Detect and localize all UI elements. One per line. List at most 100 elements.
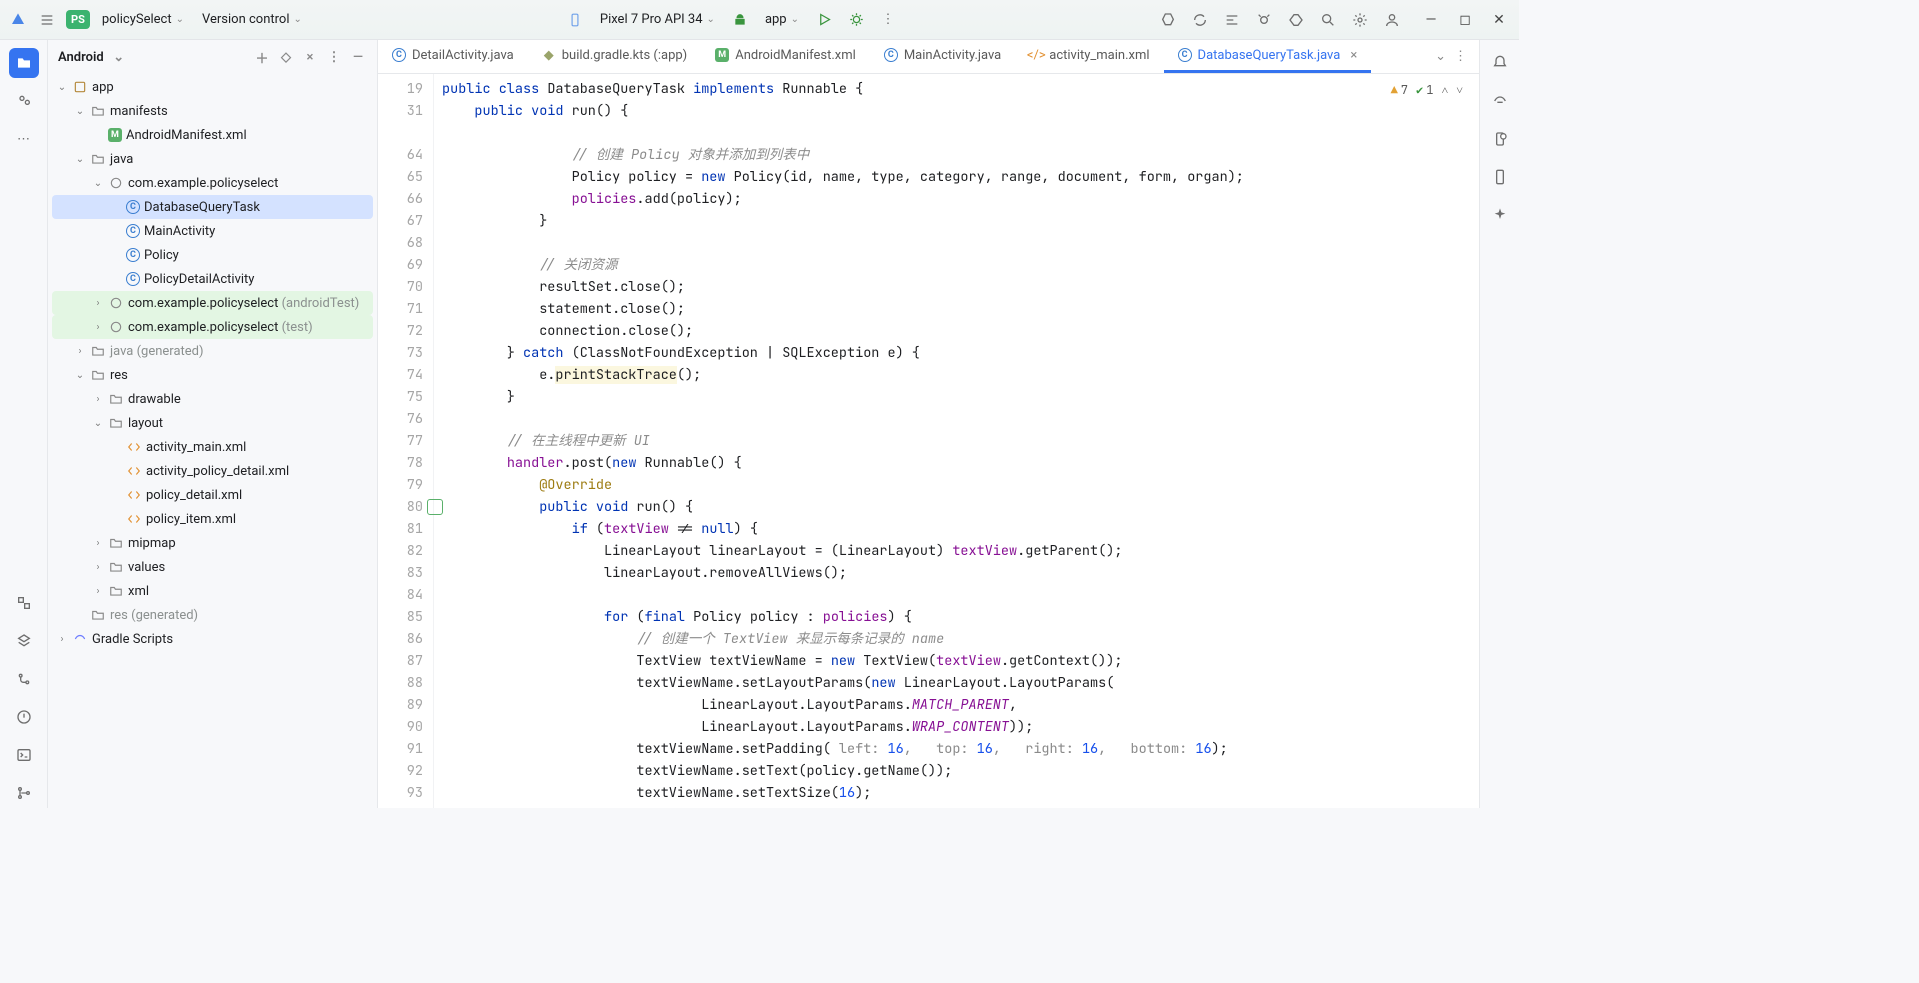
tree-node[interactable]: activity_policy_detail.xml [52,459,373,483]
collapse-icon[interactable]: × [301,50,319,65]
tree-node[interactable]: ⌄manifests [52,99,373,123]
project-dropdown[interactable]: policySelect ⌄ [96,8,190,31]
expand-arrow-icon[interactable]: › [92,538,104,549]
expand-arrow-icon[interactable]: ⌄ [92,418,104,429]
expand-arrow-icon[interactable]: ⌄ [74,106,86,117]
tree-node[interactable]: CDatabaseQueryTask [52,195,373,219]
project-sidebar: Android ⌄ ＋ ◇ × ⋮ — ⌄app⌄manifestsMAndro… [48,40,378,808]
tree-node[interactable]: policy_detail.xml [52,483,373,507]
more-tool-icon[interactable]: ⋯ [9,124,39,154]
tree-node[interactable]: ⌄app [52,75,373,99]
tree-node[interactable]: ›com.example.policyselect (test) [52,315,373,339]
tree-node[interactable]: ⌄com.example.policyselect [52,171,373,195]
git-tool-icon[interactable] [9,664,39,694]
tree-node[interactable]: CPolicyDetailActivity [52,267,373,291]
sync-icon[interactable] [1187,7,1213,33]
search-icon[interactable] [1315,7,1341,33]
emulator-tool-icon[interactable] [1485,162,1515,192]
ai-assistant-icon[interactable] [1485,200,1515,230]
tree-label: values [128,560,165,575]
editor-tab[interactable]: ◆build.gradle.kts (:app) [528,40,701,73]
account-icon[interactable] [1379,7,1405,33]
main-menu-icon[interactable] [34,7,60,33]
chevron-down-icon[interactable]: ⌄ [110,50,128,65]
version-control-dropdown[interactable]: Version control ⌄ [196,8,308,31]
add-icon[interactable]: ＋ [253,48,271,67]
hide-sidebar-icon[interactable]: — [349,50,367,65]
problems-tool-icon[interactable] [9,702,39,732]
settings-icon[interactable] [1347,7,1373,33]
expand-arrow-icon[interactable]: › [92,322,104,333]
tree-node[interactable]: ›mipmap [52,531,373,555]
editor-tab[interactable]: CMainActivity.java [870,40,1015,73]
project-tree[interactable]: ⌄app⌄manifestsMAndroidManifest.xml⌄java⌄… [48,75,377,659]
folder-icon [90,152,106,166]
folder-icon [90,104,106,118]
expand-arrow-icon[interactable]: › [56,634,68,645]
expand-arrow-icon[interactable]: ⌄ [74,154,86,165]
tree-node[interactable]: ›Gradle Scripts [52,627,373,651]
expand-arrow-icon[interactable]: ⌄ [74,370,86,381]
expand-arrow-icon[interactable]: ⌄ [92,178,104,189]
tree-options-icon[interactable]: ⋮ [325,50,343,65]
device-manager-icon[interactable] [1219,7,1245,33]
run-config-label: app [765,12,787,27]
code-with-me-icon[interactable] [1155,7,1181,33]
expand-arrow-icon[interactable]: › [74,346,86,357]
chevron-down-icon: ⌄ [293,14,301,25]
tree-node[interactable]: ›drawable [52,387,373,411]
tree-node[interactable]: activity_main.xml [52,435,373,459]
editor-tab[interactable]: CDetailActivity.java [378,40,528,73]
tree-node[interactable]: CPolicy [52,243,373,267]
tree-node[interactable]: ⌄java [52,147,373,171]
tab-label: MainActivity.java [904,48,1001,63]
app-quality-icon[interactable] [1251,7,1277,33]
structure-tool-icon[interactable] [9,626,39,656]
tree-node[interactable]: policy_item.xml [52,507,373,531]
build-variants-icon[interactable] [9,588,39,618]
project-badge: PS [66,10,90,29]
tree-node[interactable]: ›xml [52,579,373,603]
select-open-file-icon[interactable]: ◇ [277,50,295,65]
run-config-dropdown[interactable]: app ⌄ [759,8,805,31]
expand-arrow-icon[interactable]: ⌄ [56,82,68,93]
run-button[interactable] [811,7,837,33]
expand-arrow-icon[interactable]: › [92,298,104,309]
editor-tab[interactable]: MAndroidManifest.xml [701,40,870,73]
build-icon[interactable] [1283,7,1309,33]
tree-node[interactable]: ⌄layout [52,411,373,435]
project-tool-icon[interactable] [9,48,39,78]
expand-arrow-icon[interactable]: › [92,586,104,597]
tree-node[interactable]: ⌄res [52,363,373,387]
minimize-button[interactable]: — [1419,12,1443,28]
tab-dropdown-icon[interactable]: ⌄ [1435,49,1446,64]
resource-manager-icon[interactable] [9,86,39,116]
device-selector-dropdown[interactable]: Pixel 7 Pro API 34 ⌄ [594,8,721,31]
tree-node[interactable]: CMainActivity [52,219,373,243]
tab-options-icon[interactable]: ⋮ [1454,49,1467,64]
editor-gutter[interactable]: 1931646566676869707172737475767778798081… [378,74,434,808]
maximize-button[interactable]: ◻ [1453,12,1477,28]
tree-label: res (generated) [110,608,198,623]
vcs-tool-icon[interactable] [9,778,39,808]
tree-node[interactable]: res (generated) [52,603,373,627]
terminal-tool-icon[interactable] [9,740,39,770]
tree-node[interactable]: ›java (generated) [52,339,373,363]
tab-label: DetailActivity.java [412,48,514,63]
close-button[interactable]: ✕ [1487,12,1511,28]
expand-arrow-icon[interactable]: › [92,562,104,573]
tree-node[interactable]: MAndroidManifest.xml [52,123,373,147]
more-actions-icon[interactable]: ⋮ [875,7,901,33]
tree-label: Policy [144,248,179,263]
tree-node[interactable]: ›com.example.policyselect (androidTest) [52,291,373,315]
gradle-tool-icon[interactable] [1485,86,1515,116]
editor-tab[interactable]: CDatabaseQueryTask.java× [1164,40,1372,73]
code-editor[interactable]: public class DatabaseQueryTask implement… [434,74,1479,808]
editor-tab[interactable]: </>activity_main.xml [1015,40,1163,73]
tree-node[interactable]: › values [52,555,373,579]
device-explorer-icon[interactable] [1485,124,1515,154]
debug-button[interactable] [843,7,869,33]
expand-arrow-icon[interactable]: › [92,394,104,405]
close-tab-icon[interactable]: × [1350,48,1357,63]
notifications-icon[interactable] [1485,48,1515,78]
